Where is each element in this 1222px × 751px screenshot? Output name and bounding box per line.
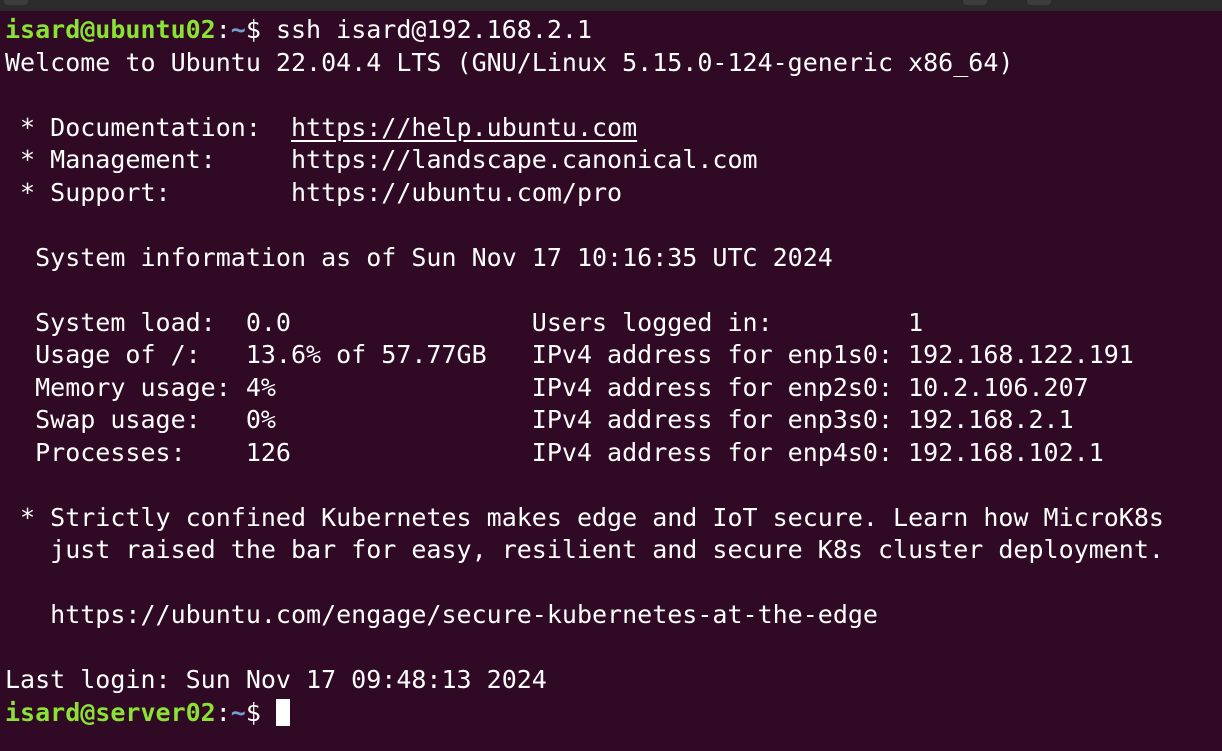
- sysinfo-row: Swap usage: 0% IPv4 address for enp3s0: …: [5, 405, 1074, 434]
- prompt-colon: :: [215, 15, 231, 44]
- link-row-documentation: * Documentation: https://help.ubuntu.com: [5, 112, 1217, 145]
- welcome-message: Welcome to Ubuntu 22.04.4 LTS (GNU/Linux…: [5, 47, 1014, 77]
- link-label: * Management:: [5, 145, 291, 174]
- terminal-window[interactable]: isard@ubuntu02:~$ ssh isard@192.168.2.1 …: [0, 0, 1222, 751]
- support-link[interactable]: https://ubuntu.com/pro: [291, 178, 622, 207]
- search-button[interactable]: [963, 0, 987, 5]
- prompt-line-remote[interactable]: isard@server02:~$: [5, 697, 1217, 730]
- prompt-symbol: $: [245, 697, 276, 727]
- window-titlebar: [0, 0, 1222, 11]
- notice-line: * Strictly confined Kubernetes makes edg…: [5, 502, 1164, 532]
- last-login: Last login: Sun Nov 17 09:48:13 2024: [5, 665, 547, 694]
- prompt-userhost: isard@ubuntu02: [5, 15, 216, 44]
- prompt-symbol: $: [245, 15, 276, 44]
- prompt-path: ~: [230, 15, 246, 44]
- sysinfo-row: Processes: 126 IPv4 address for enp4s0: …: [5, 437, 1104, 467]
- notice-url[interactable]: https://ubuntu.com/engage/secure-kuberne…: [5, 599, 1217, 632]
- prompt-line-local: isard@ubuntu02:~$ ssh isard@192.168.2.1: [5, 14, 1217, 47]
- sysinfo-row: System load: 0.0 Users logged in: 1: [5, 307, 924, 337]
- documentation-link[interactable]: https://help.ubuntu.com: [291, 113, 637, 142]
- link-label: * Support:: [5, 177, 291, 207]
- prompt-colon: :: [215, 697, 231, 727]
- management-link[interactable]: https://landscape.canonical.com: [291, 145, 758, 174]
- text-cursor: [275, 698, 290, 726]
- ssh-command: ssh isard@192.168.2.1: [275, 15, 593, 44]
- options-button[interactable]: [1027, 0, 1051, 5]
- sysinfo-header: System information as of Sun Nov 17 10:1…: [5, 242, 833, 272]
- prompt-path: ~: [230, 697, 246, 727]
- link-row-support: * Support: https://ubuntu.com/pro: [5, 177, 1217, 210]
- sysinfo-row: Memory usage: 4% IPv4 address for enp2s0…: [5, 372, 1089, 402]
- terminal-output: isard@ubuntu02:~$ ssh isard@192.168.2.1 …: [5, 14, 1217, 729]
- menu-button[interactable]: [4, 0, 28, 5]
- sysinfo-row: Usage of /: 13.6% of 57.77GB IPv4 addres…: [5, 340, 1134, 369]
- link-label: * Documentation:: [5, 112, 291, 142]
- link-row-management: * Management: https://landscape.canonica…: [5, 144, 1217, 177]
- notice-line: just raised the bar for easy, resilient …: [5, 535, 1164, 564]
- prompt-userhost: isard@server02: [5, 697, 216, 727]
